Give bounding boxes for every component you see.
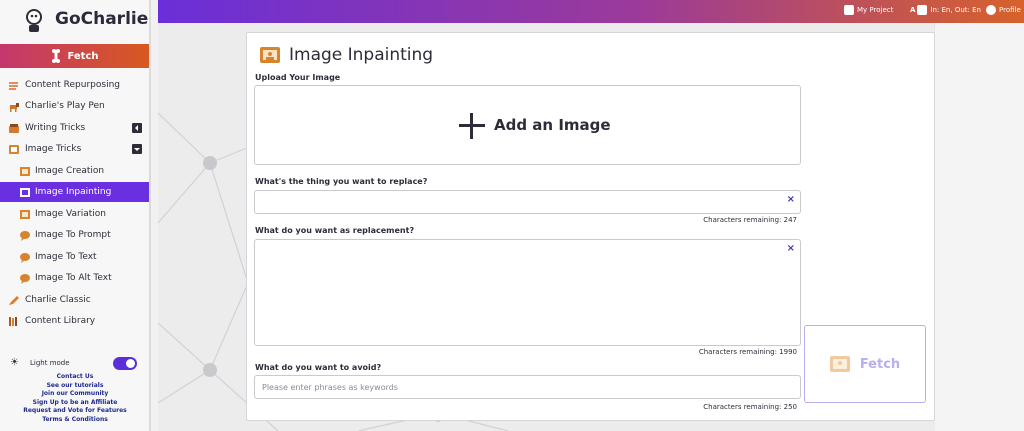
caret-left-icon[interactable] bbox=[132, 123, 142, 133]
project-icon bbox=[844, 5, 854, 15]
sidebar-item-label: Image To Text bbox=[35, 252, 97, 262]
right-background-panel bbox=[935, 23, 1024, 431]
light-mode-row: ☀ Light mode bbox=[10, 355, 140, 371]
writing-icon bbox=[9, 123, 19, 133]
link-tutorials[interactable]: See our tutorials bbox=[0, 382, 149, 391]
sidebar-item-image-to-text[interactable]: Image To Text bbox=[0, 247, 149, 267]
add-image-label: Add an Image bbox=[494, 116, 611, 134]
sidebar-item-image-inpainting[interactable]: Image Inpainting bbox=[0, 182, 149, 202]
sun-icon: ☀ bbox=[10, 357, 19, 368]
replace-input[interactable]: × bbox=[254, 190, 801, 214]
sidebar-item-image-tricks[interactable]: Image Tricks bbox=[0, 139, 149, 159]
link-community[interactable]: Join our Community bbox=[0, 390, 149, 399]
light-mode-toggle[interactable] bbox=[113, 357, 137, 370]
caret-down-icon[interactable] bbox=[132, 144, 142, 154]
sidebar-item-content-library[interactable]: Content Library bbox=[0, 311, 149, 331]
replacement-label: What do you want as replacement? bbox=[255, 226, 415, 235]
fetch-image-icon bbox=[829, 356, 850, 372]
translate-box-icon bbox=[917, 5, 928, 15]
fetch-button-label: Fetch bbox=[859, 356, 901, 372]
repurpose-icon bbox=[9, 81, 18, 90]
light-mode-label: Light mode bbox=[30, 359, 70, 367]
translate-icon: A bbox=[910, 6, 916, 14]
sidebar-item-label: Image Variation bbox=[35, 209, 106, 219]
link-affiliate[interactable]: Sign Up to be an Affiliate bbox=[0, 399, 149, 408]
replace-label: What's the thing you want to replace? bbox=[255, 177, 428, 186]
page-title: Image Inpainting bbox=[289, 45, 434, 65]
upload-image-dropzone[interactable]: Add an Image bbox=[254, 85, 801, 165]
dog-icon bbox=[10, 102, 19, 112]
sidebar-item-label: Content Library bbox=[25, 316, 96, 326]
sidebar-item-charlie-classic[interactable]: Charlie Classic bbox=[0, 290, 149, 310]
replace-counter: Characters remaining: 247 bbox=[703, 216, 797, 224]
sidebar-links: Contact Us See our tutorials Join our Co… bbox=[0, 373, 149, 425]
clear-replace-icon[interactable]: × bbox=[787, 194, 795, 205]
sidebar-scrollbar[interactable] bbox=[150, 0, 158, 431]
avoid-input[interactable]: Please enter phrases as keywords bbox=[254, 375, 801, 399]
project-label: My Project bbox=[857, 6, 894, 14]
sidebar-item-label: Image Inpainting bbox=[35, 187, 112, 197]
fetch-mode-banner[interactable]: Fetch bbox=[0, 44, 149, 68]
sidebar-item-content-repurposing[interactable]: Content Repurposing bbox=[0, 75, 149, 95]
image-creation-icon bbox=[20, 166, 30, 176]
bone-icon bbox=[52, 49, 61, 63]
image-inpainting-icon bbox=[20, 187, 30, 197]
image-to-prompt-icon bbox=[20, 230, 30, 241]
avoid-placeholder: Please enter phrases as keywords bbox=[262, 383, 398, 392]
sidebar-item-image-to-alt-text[interactable]: Image To Alt Text bbox=[0, 268, 149, 288]
profile-button[interactable]: Profile bbox=[986, 5, 1021, 15]
my-project-button[interactable]: My Project bbox=[844, 5, 893, 15]
pencil-icon bbox=[9, 295, 19, 305]
app-name: GoCharlie bbox=[55, 9, 149, 29]
image-to-text-icon bbox=[20, 252, 30, 263]
sidebar-item-image-to-prompt[interactable]: Image To Prompt bbox=[0, 225, 149, 245]
sidebar-item-image-variation[interactable]: Image Variation bbox=[0, 204, 149, 224]
sidebar-item-label: Image Tricks bbox=[25, 144, 82, 154]
sidebar: GoCharlie Fetch Content Repurposing Char… bbox=[0, 0, 150, 431]
replacement-counter: Characters remaining: 1990 bbox=[698, 348, 797, 356]
image-tricks-icon bbox=[9, 144, 19, 154]
sidebar-item-label: Image To Prompt bbox=[35, 230, 111, 240]
fetch-button[interactable]: Fetch bbox=[804, 325, 926, 403]
profile-label: Profile bbox=[999, 6, 1021, 14]
sidebar-item-label: Image Creation bbox=[35, 166, 105, 176]
sidebar-item-label: Writing Tricks bbox=[25, 123, 86, 133]
image-to-alt-text-icon bbox=[20, 273, 30, 284]
brand[interactable]: GoCharlie bbox=[0, 0, 149, 44]
clear-replacement-icon[interactable]: × bbox=[787, 243, 795, 254]
sidebar-item-label: Charlie Classic bbox=[25, 295, 91, 305]
sidebar-item-writing-tricks[interactable]: Writing Tricks bbox=[0, 118, 149, 138]
language-button[interactable]: A In: En, Out: En bbox=[910, 5, 981, 15]
top-bar: My Project A In: En, Out: En Profile bbox=[158, 0, 1024, 23]
link-contact-us[interactable]: Contact Us bbox=[0, 373, 149, 382]
plus-icon bbox=[459, 113, 485, 139]
upload-label: Upload Your Image bbox=[255, 73, 341, 82]
image-inpainting-card: Image Inpainting Upload Your Image Add a… bbox=[246, 32, 935, 421]
sidebar-item-charlies-play-pen[interactable]: Charlie's Play Pen bbox=[0, 96, 149, 116]
sidebar-item-label: Charlie's Play Pen bbox=[25, 101, 105, 111]
image-inpainting-title-icon bbox=[260, 47, 280, 63]
charlie-logo-icon bbox=[26, 9, 42, 32]
sidebar-item-label: Image To Alt Text bbox=[35, 273, 112, 283]
replacement-textarea[interactable]: × bbox=[254, 239, 801, 346]
profile-avatar-icon bbox=[986, 5, 996, 15]
sidebar-item-image-creation[interactable]: Image Creation bbox=[0, 161, 149, 181]
library-icon bbox=[9, 316, 17, 326]
sidebar-item-label: Content Repurposing bbox=[25, 80, 120, 90]
avoid-counter: Characters remaining: 250 bbox=[703, 403, 797, 411]
link-terms[interactable]: Terms & Conditions bbox=[0, 416, 149, 425]
link-request-features[interactable]: Request and Vote for Features bbox=[0, 407, 149, 416]
image-variation-icon bbox=[20, 209, 30, 219]
avoid-label: What do you want to avoid? bbox=[255, 363, 382, 372]
language-label: In: En, Out: En bbox=[930, 6, 981, 14]
fetch-banner-label: Fetch bbox=[67, 50, 99, 62]
